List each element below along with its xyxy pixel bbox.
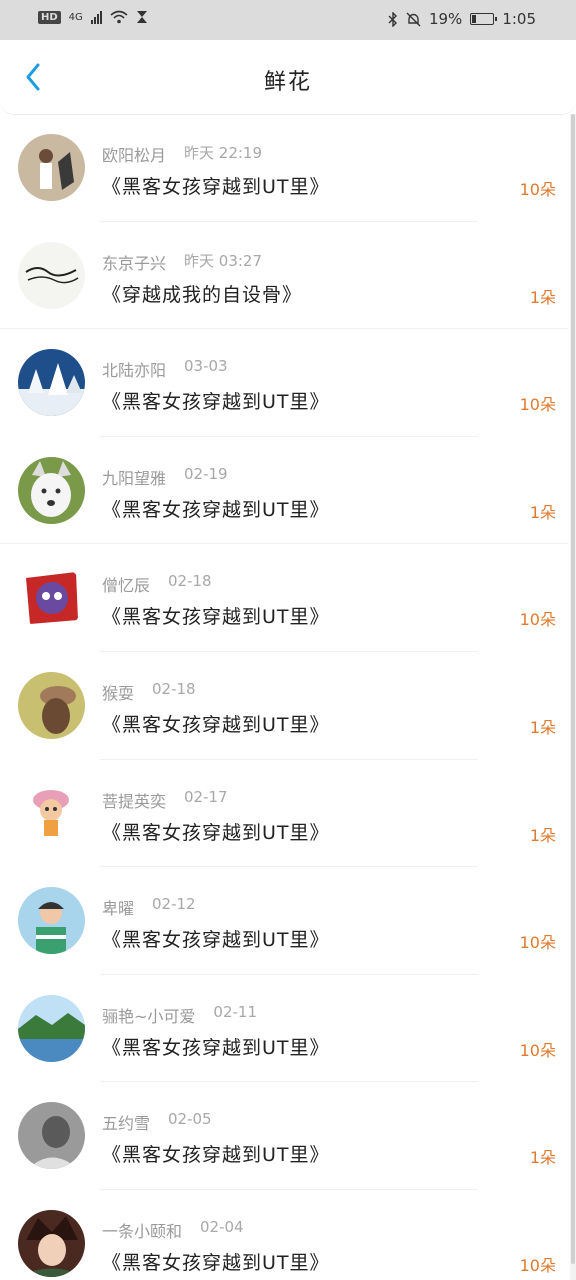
flower-count: 1朵 <box>529 502 556 522</box>
network-type: 4G <box>68 11 83 23</box>
timestamp: 02-05 <box>168 1110 212 1129</box>
flower-count: 10朵 <box>519 395 556 415</box>
sender-name[interactable]: 僧忆辰 <box>102 572 150 596</box>
sender-name[interactable]: 五约雪 <box>102 1110 150 1134</box>
timestamp: 昨天 03:27 <box>184 251 263 270</box>
list-item[interactable]: 北陆亦阳 03-03 《黑客女孩穿越到UT里》 10朵 <box>0 329 568 437</box>
flower-count: 1朵 <box>529 825 556 845</box>
timestamp: 02-11 <box>213 1002 258 1021</box>
list-item[interactable]: 九阳望雅 02-19 《黑客女孩穿越到UT里》 1朵 <box>0 437 568 545</box>
mute-bell-icon <box>406 12 421 26</box>
book-title[interactable]: 《黑客女孩穿越到UT里》 <box>102 1033 330 1060</box>
timestamp: 02-18 <box>152 679 196 698</box>
book-title[interactable]: 《黑客女孩穿越到UT里》 <box>102 925 330 952</box>
flower-count: 1朵 <box>529 1148 556 1168</box>
book-title[interactable]: 《黑客女孩穿越到UT里》 <box>102 602 330 629</box>
avatar[interactable] <box>18 779 85 847</box>
sender-name[interactable]: 欧阳松月 <box>102 142 166 166</box>
timestamp: 02-12 <box>152 895 196 914</box>
list-item[interactable]: 欧阳松月 昨天 22:19 《黑客女孩穿越到UT里》 10朵 <box>0 114 568 222</box>
list-item[interactable]: 五约雪 02-05 《黑客女孩穿越到UT里》 1朵 <box>0 1082 568 1190</box>
hd-indicator: HD <box>38 10 61 24</box>
wifi-icon <box>110 10 128 24</box>
battery-percent: 19% <box>428 10 463 28</box>
hourglass-icon <box>136 11 147 23</box>
flower-count: 10朵 <box>519 180 556 199</box>
timestamp: 02-04 <box>200 1217 244 1236</box>
sender-meta: 僧忆辰 02-18 <box>102 572 212 596</box>
bluetooth-icon <box>388 11 397 27</box>
status-bar: HD 4G 19% 1:05 <box>0 0 576 40</box>
flower-count: 10朵 <box>519 610 556 630</box>
avatar[interactable] <box>18 1102 85 1170</box>
avatar[interactable] <box>18 1209 85 1277</box>
list-item[interactable]: 菩提英奕 02-17 《黑客女孩穿越到UT里》 1朵 <box>0 760 568 868</box>
scrollbar[interactable] <box>570 114 576 1280</box>
flower-count: 1朵 <box>529 717 556 737</box>
avatar[interactable] <box>18 994 85 1062</box>
status-right: 19% 1:05 <box>388 10 536 28</box>
signal-icon <box>90 10 102 24</box>
sender-name[interactable]: 猴耍 <box>102 680 134 704</box>
sender-meta: 骊艳~小可爱 02-11 <box>102 1003 257 1027</box>
flower-count: 10朵 <box>519 933 556 953</box>
book-title[interactable]: 《黑客女孩穿越到UT里》 <box>102 1140 330 1167</box>
book-title[interactable]: 《黑客女孩穿越到UT里》 <box>102 495 330 522</box>
book-title[interactable]: 《穿越成我的自设骨》 <box>102 280 302 307</box>
sender-name[interactable]: 九阳望雅 <box>102 465 166 489</box>
avatar[interactable] <box>18 241 85 309</box>
flower-count: 10朵 <box>519 1040 556 1060</box>
sender-meta: 一条小颐和 02-04 <box>102 1218 244 1242</box>
timestamp: 03-03 <box>184 357 228 376</box>
flower-count: 1朵 <box>529 287 556 307</box>
sender-meta: 卑曜 02-12 <box>102 895 196 919</box>
status-left: HD 4G <box>38 10 148 24</box>
avatar[interactable] <box>18 349 85 417</box>
timestamp: 02-17 <box>184 787 228 806</box>
avatar[interactable] <box>18 887 85 955</box>
sender-name[interactable]: 北陆亦阳 <box>102 357 166 381</box>
book-title[interactable]: 《黑客女孩穿越到UT里》 <box>102 1248 330 1275</box>
sender-meta: 九阳望雅 02-19 <box>102 465 228 489</box>
scrollbar-thumb[interactable] <box>571 114 575 1264</box>
flower-record-list[interactable]: 欧阳松月 昨天 22:19 《黑客女孩穿越到UT里》 10朵 东京子兴 昨天 0… <box>0 114 568 1280</box>
avatar[interactable] <box>18 456 85 524</box>
list-item[interactable]: 卑曜 02-12 《黑客女孩穿越到UT里》 10朵 <box>0 867 568 975</box>
avatar[interactable] <box>18 134 85 201</box>
book-title[interactable]: 《黑客女孩穿越到UT里》 <box>102 172 330 199</box>
page-title: 鲜花 <box>263 70 312 95</box>
app-bar: 鲜花 <box>0 40 576 115</box>
book-title[interactable]: 《黑客女孩穿越到UT里》 <box>102 818 330 845</box>
sender-name[interactable]: 一条小颐和 <box>102 1218 182 1242</box>
sender-name[interactable]: 东京子兴 <box>102 250 166 274</box>
list-item[interactable]: 一条小颐和 02-04 《黑客女孩穿越到UT里》 10朵 <box>0 1190 568 1280</box>
sender-meta: 猴耍 02-18 <box>102 680 196 704</box>
sender-meta: 东京子兴 昨天 03:27 <box>102 250 262 274</box>
sender-name[interactable]: 菩提英奕 <box>102 788 166 812</box>
sender-meta: 欧阳松月 昨天 22:19 <box>102 142 262 166</box>
sender-meta: 菩提英奕 02-17 <box>102 788 228 812</box>
list-item[interactable]: 东京子兴 昨天 03:27 《穿越成我的自设骨》 1朵 <box>0 222 568 330</box>
avatar[interactable] <box>18 671 85 739</box>
list-item[interactable]: 猴耍 02-18 《黑客女孩穿越到UT里》 1朵 <box>0 652 568 760</box>
avatar[interactable] <box>18 564 85 632</box>
book-title[interactable]: 《黑客女孩穿越到UT里》 <box>102 387 330 414</box>
sender-name[interactable]: 卑曜 <box>102 895 134 919</box>
list-item[interactable]: 僧忆辰 02-18 《黑客女孩穿越到UT里》 10朵 <box>0 544 568 652</box>
timestamp: 02-19 <box>184 464 228 483</box>
battery-icon <box>470 13 498 25</box>
timestamp: 02-18 <box>168 572 212 591</box>
timestamp: 昨天 22:19 <box>184 144 263 162</box>
list-item[interactable]: 骊艳~小可爱 02-11 《黑客女孩穿越到UT里》 10朵 <box>0 975 568 1083</box>
flower-count: 10朵 <box>519 1255 556 1275</box>
sender-name[interactable]: 骊艳~小可爱 <box>102 1003 195 1027</box>
sender-meta: 五约雪 02-05 <box>102 1110 212 1134</box>
book-title[interactable]: 《黑客女孩穿越到UT里》 <box>102 710 330 737</box>
sender-meta: 北陆亦阳 03-03 <box>102 357 228 381</box>
clock: 1:05 <box>502 10 536 28</box>
